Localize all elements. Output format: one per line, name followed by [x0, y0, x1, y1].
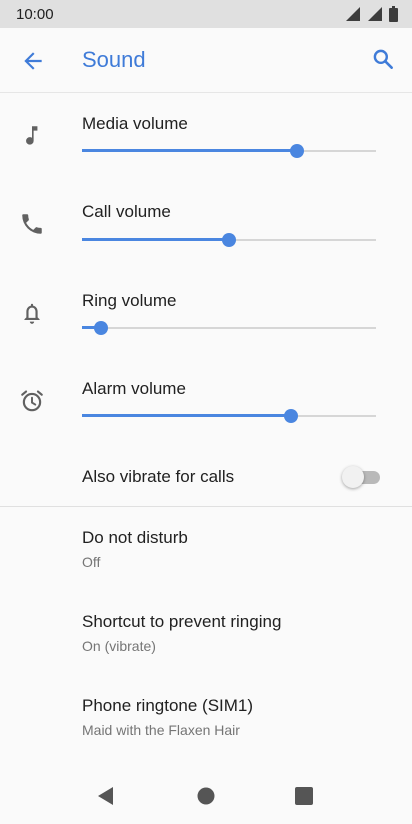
pref-summary: Off: [82, 554, 101, 570]
slider-thumb[interactable]: [94, 321, 109, 335]
call-volume-label: Call volume: [82, 202, 171, 221]
nav-back-icon[interactable]: [94, 784, 118, 808]
status-bar: 10:00: [0, 0, 412, 28]
pref-title: Do not disturb: [82, 528, 188, 547]
back-arrow-icon[interactable]: [20, 48, 46, 74]
navigation-bar: [0, 768, 412, 824]
nav-recents-icon[interactable]: [292, 784, 316, 808]
ring-volume-slider[interactable]: [82, 320, 376, 336]
ring-volume-label: Ring volume: [82, 291, 177, 310]
alarm-volume-label: Alarm volume: [82, 379, 186, 398]
slider-thumb[interactable]: [283, 409, 298, 423]
call-volume-slider[interactable]: [82, 232, 376, 248]
media-volume-slider[interactable]: [82, 143, 376, 159]
cell-signal-icon-2: [368, 7, 382, 21]
pref-summary: Maid with the Flaxen Hair: [82, 722, 240, 738]
slider-thumb[interactable]: [222, 233, 236, 247]
phone-icon: [22, 214, 42, 234]
slider-thumb[interactable]: [289, 144, 304, 158]
search-icon[interactable]: [370, 46, 396, 72]
pref-do-not-disturb[interactable]: Do not disturb Off: [82, 528, 392, 570]
pref-phone-ringtone[interactable]: Phone ringtone (SIM1) Maid with the Flax…: [82, 696, 392, 738]
status-time: 10:00: [16, 5, 54, 23]
nav-home-icon[interactable]: [194, 784, 218, 808]
status-icons: [345, 6, 398, 22]
app-bar: Sound: [0, 28, 412, 93]
vibrate-for-calls-switch[interactable]: [342, 466, 384, 488]
pref-shortcut-prevent-ringing[interactable]: Shortcut to prevent ringing On (vibrate): [82, 612, 392, 654]
alarm-volume-slider[interactable]: [82, 408, 376, 424]
section-divider: [0, 506, 412, 507]
slider-track: [82, 327, 376, 329]
slider-fill: [82, 238, 229, 241]
pref-title: Shortcut to prevent ringing: [82, 612, 282, 631]
cell-signal-icon: [346, 7, 360, 21]
bell-icon: [24, 303, 40, 324]
switch-knob: [342, 466, 364, 488]
pref-summary: On (vibrate): [82, 638, 156, 654]
music-note-icon: [26, 126, 38, 145]
pref-title: Phone ringtone (SIM1): [82, 696, 254, 715]
slider-fill: [82, 149, 297, 152]
vibrate-for-calls-label: Also vibrate for calls: [82, 467, 235, 486]
battery-icon: [389, 6, 398, 22]
media-volume-label: Media volume: [82, 114, 188, 133]
slider-fill: [82, 414, 291, 417]
alarm-clock-icon: [21, 390, 43, 412]
page-title: Sound: [82, 47, 146, 72]
